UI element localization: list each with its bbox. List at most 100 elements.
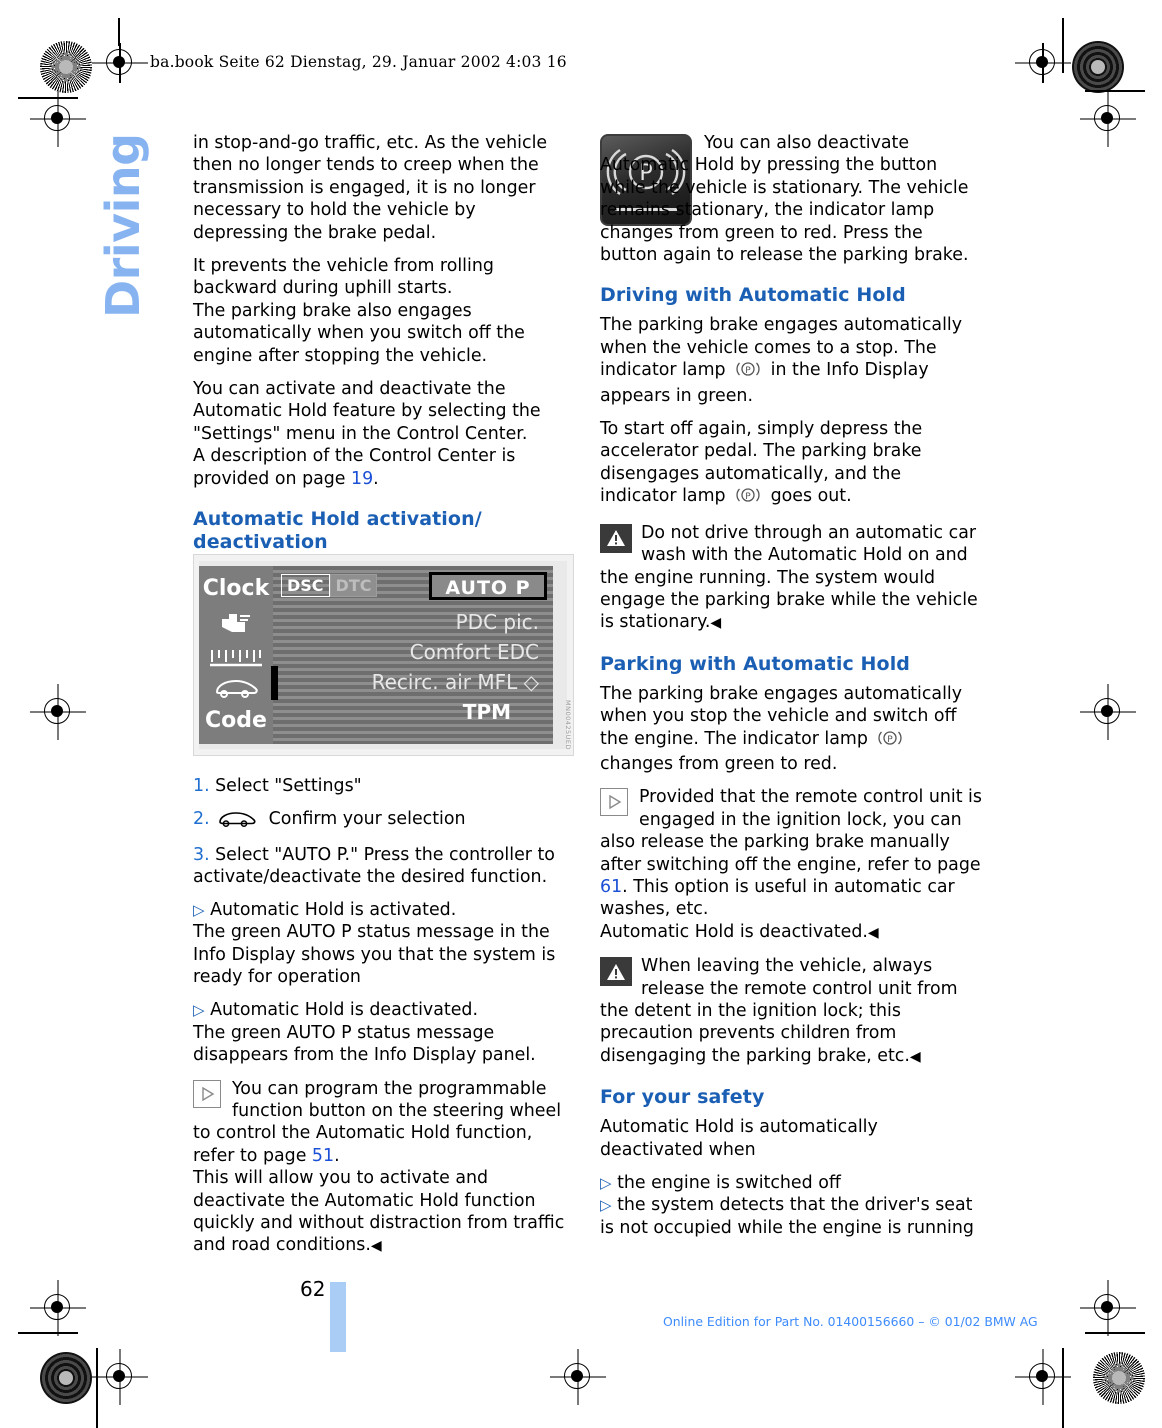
parking-text-b: changes from green to red.: [600, 753, 838, 774]
safety-bullet-seat-unoccupied: ▷ the system detects that the driver's s…: [600, 1194, 982, 1239]
warning-car-wash: Do not drive through an automatic car wa…: [600, 522, 982, 635]
registration-mark-bottom-center: [550, 1349, 606, 1405]
safety-bullet-engine-off: ▷ the engine is switched off: [600, 1172, 982, 1194]
step-text-2: Confirm your selection: [268, 808, 466, 829]
result-bullet-deactivated-label: Automatic Hold is deactivated.: [210, 1000, 478, 1021]
note-end-marker-icon: ◀: [909, 1048, 921, 1065]
file-header-line: ba.book Seite 62 Dienstag, 29. Januar 20…: [150, 53, 567, 71]
triangle-bullet-icon: ▷: [600, 1196, 612, 1215]
result-bullet-deactivated: ▷ Automatic Hold is deactivated.: [193, 999, 575, 1021]
sidebar-item-code[interactable]: Code: [199, 708, 273, 733]
sidebar-item-hand-pointer-icon[interactable]: [199, 610, 273, 646]
paragraph-safety-intro: Automatic Hold is automatically deactiva…: [600, 1117, 878, 1160]
note-programmable-button: You can program the programmable functio…: [193, 1078, 575, 1258]
paragraph-rollback: It prevents the vehicle from rolling bac…: [193, 256, 494, 299]
sidebar-item-car-icon[interactable]: [199, 678, 273, 706]
registration-mark-top-right: [1015, 41, 1071, 85]
page-number: 62: [300, 1277, 326, 1301]
paragraph-start-off-again: To start off again, simply depress the a…: [600, 418, 982, 511]
chapter-tab-driving: Driving: [96, 133, 150, 318]
car-controller-icon: [217, 811, 257, 834]
registration-mark-top-left: [92, 41, 148, 85]
warning-triangle-icon: [600, 523, 632, 553]
status-chip-dsc[interactable]: DSC: [281, 574, 330, 597]
paragraph-driving-indicator: The parking brake engages automatically …: [600, 314, 982, 407]
sidebar-item-clock[interactable]: Clock: [199, 576, 273, 601]
step-text-1: Select "Settings": [215, 776, 362, 797]
registration-mark-right-bottom: [1080, 1280, 1136, 1336]
crop-mark-bottom-left-v2: [96, 1348, 98, 1428]
crop-mark-bottom-left-h: [18, 1332, 78, 1334]
menu-item-tpm[interactable]: TPM: [463, 700, 511, 724]
step-item-1: 1. Select "Settings": [193, 775, 575, 797]
registration-mark-left-upper: [30, 91, 86, 147]
crop-mark-right-upper-h: [1085, 90, 1145, 92]
safety-bullet-engine-off-label: the engine is switched off: [617, 1173, 841, 1194]
sidebar-item-scale-icon[interactable]: [199, 646, 273, 674]
menu-item-auto-p-selected[interactable]: AUTO P: [429, 572, 547, 600]
note-deactivate-by-button: You can also deactivate Automatic Hold b…: [600, 132, 982, 266]
control-center-figure: Clock Code DSC DTC AUTO P PDC pic. Comfo…: [193, 554, 574, 756]
warning-leaving-text: When leaving the vehicle, always release…: [600, 956, 958, 1066]
safety-bullet-seat-unoccupied-label: the system detects that the driver's sea…: [600, 1195, 974, 1238]
menu-item-recirc-air-mfl[interactable]: Recirc. air MFL ◇: [372, 670, 539, 694]
paragraph-control-center-ref: A description of the Control Center is p…: [193, 445, 575, 490]
play-triangle-note-icon: [600, 788, 628, 817]
status-chip-dtc[interactable]: DTC: [329, 574, 378, 597]
triangle-bullet-icon: ▷: [193, 1001, 205, 1020]
crop-mark-top-left-v: [118, 18, 120, 46]
crop-mark-bottom-right-v: [1062, 1348, 1064, 1428]
note-remote-control-release: Provided that the remote control unit is…: [600, 786, 982, 944]
heading-driving-with-automatic-hold: Driving with Automatic Hold: [600, 284, 906, 307]
registration-mark-right-upper: [1080, 91, 1136, 147]
play-triangle-note-icon: [193, 1079, 221, 1108]
print-rosette-top-left: [40, 41, 92, 93]
result-body-deactivated: The green AUTO P status message disappea…: [193, 1022, 536, 1066]
page-link-19[interactable]: 19: [351, 469, 373, 489]
result-bullet-activated: ▷ Automatic Hold is activated.: [193, 899, 575, 921]
result-bullet-activated-label: Automatic Hold is activated.: [210, 899, 457, 920]
page-link-51[interactable]: 51: [312, 1146, 334, 1166]
indicator-lamp-p-icon: P: [735, 360, 761, 384]
menu-item-pdc-pic[interactable]: PDC pic.: [456, 610, 539, 634]
warning-car-wash-text: Do not drive through an automatic car wa…: [600, 522, 978, 633]
registration-mark-bottom-left: [30, 1280, 86, 1336]
paragraph-engine-off: The parking brake also engages automatic…: [193, 300, 525, 366]
right-column: You can also deactivate Automatic Hold b…: [600, 132, 982, 1239]
step-item-2: 2. Confirm your selection: [193, 808, 575, 834]
note-remote-text-a: Provided that the remote control unit is…: [600, 787, 982, 875]
menu-item-comfort-edc[interactable]: Comfort EDC: [410, 640, 539, 664]
copyright-line: Online Edition for Part No. 01400156660 …: [663, 1314, 1038, 1329]
heading-parking-with-automatic-hold: Parking with Automatic Hold: [600, 652, 911, 675]
warning-leaving-vehicle: When leaving the vehicle, always release…: [600, 955, 982, 1068]
print-rosette-top-right: [1072, 41, 1124, 93]
triangle-bullet-icon: ▷: [600, 1174, 612, 1193]
crop-mark-left-upper-h: [18, 97, 78, 99]
note-programmable-text-a: You can program the programmable functio…: [193, 1078, 562, 1166]
page-edge-marker: [330, 1282, 346, 1352]
page-link-61[interactable]: 61: [600, 877, 622, 897]
control-center-cursor: [271, 666, 278, 700]
step-number-3: 3.: [193, 844, 210, 865]
heading-automatic-hold-activation: Automatic Hold activation/ deactivation: [193, 508, 482, 554]
svg-text:P: P: [745, 492, 751, 502]
indicator-lamp-p-icon: P: [735, 486, 761, 510]
heading-for-your-safety: For your safety: [600, 1086, 765, 1109]
note-remote-text-b: . This option is useful in automatic car…: [600, 876, 955, 920]
indicator-lamp-p-icon: P: [877, 729, 903, 753]
warning-triangle-icon: [600, 957, 632, 987]
triangle-bullet-icon: ▷: [193, 900, 205, 919]
parking-text-a: The parking brake engages automatically …: [600, 683, 963, 749]
control-center-sidebar: Clock Code: [199, 566, 273, 744]
driving-text-c: To start off again, simply depress the a…: [600, 419, 923, 507]
note-end-marker-icon: ◀: [370, 1238, 382, 1255]
status-chip-row: DSC DTC: [281, 574, 378, 597]
crop-mark-bottom-right-h: [1085, 1332, 1145, 1334]
note-end-marker-icon: ◀: [867, 924, 879, 941]
paragraph-parking-indicator: The parking brake engages automatically …: [600, 683, 982, 776]
step-number-1: 1.: [193, 776, 210, 797]
note-programmable-text-b: .: [334, 1145, 340, 1166]
driving-text-d: goes out.: [770, 486, 852, 507]
paragraph-settings-menu: You can activate and deactivate the Auto…: [193, 379, 541, 444]
control-center-screen: DSC DTC AUTO P PDC pic. Comfort EDC Recir…: [271, 566, 553, 744]
